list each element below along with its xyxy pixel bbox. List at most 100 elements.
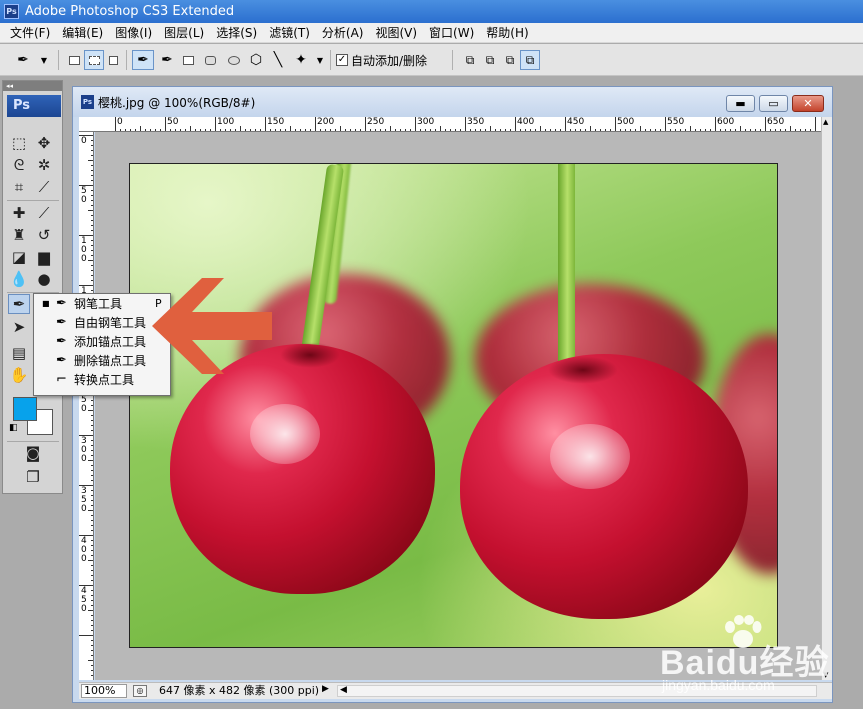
ruler-label: 150: [267, 117, 285, 127]
flyout-item-pen[interactable]: ■ ✒ 钢笔工具 P: [34, 294, 170, 313]
maximize-button[interactable]: ▭: [759, 95, 788, 112]
rounded-rectangle-shape-icon[interactable]: [200, 50, 220, 70]
menu-analysis[interactable]: 分析(A): [316, 23, 370, 43]
ruler-tick: [91, 525, 93, 526]
ruler-tick: [91, 570, 93, 571]
ellipse-shape-icon[interactable]: [224, 50, 244, 70]
menu-edit[interactable]: 编辑(E): [56, 23, 109, 43]
ruler-vertical: 050100150200250300350400450: [79, 132, 94, 680]
ruler-tick: [91, 220, 93, 221]
zoom-field[interactable]: 100%: [81, 684, 127, 698]
freeform-pen-icon: ✒: [56, 315, 67, 330]
auto-add-delete-checkbox[interactable]: ✓ 自动添加/删除: [336, 50, 436, 70]
pen-tool-icon[interactable]: ✒: [8, 294, 30, 314]
options-separator: [126, 50, 127, 70]
ruler-tick: [415, 117, 416, 131]
eraser-tool-icon[interactable]: ◪: [8, 247, 30, 267]
slice-tool-icon[interactable]: ⟋: [33, 177, 55, 197]
ruler-tick: [665, 117, 666, 131]
gradient-tool-icon[interactable]: ▆: [33, 247, 55, 267]
ruler-tick: [515, 117, 516, 131]
ruler-tick: [91, 420, 93, 421]
cherry-left: [170, 344, 435, 594]
quick-mask-icon[interactable]: ◙: [22, 443, 44, 463]
menu-select[interactable]: 选择(S): [210, 23, 263, 43]
fill-pixels-icon[interactable]: [104, 50, 122, 70]
scroll-up-icon[interactable]: ▲: [823, 118, 828, 126]
stem: [558, 164, 575, 374]
menu-image[interactable]: 图像(I): [109, 23, 158, 43]
path-subtract-icon[interactable]: ⧉: [480, 50, 500, 70]
shape-options-dropdown-icon[interactable]: ▼: [314, 50, 326, 70]
scroll-left-icon[interactable]: ◀: [340, 685, 347, 695]
shape-layers-icon[interactable]: [64, 50, 84, 70]
healing-brush-tool-icon[interactable]: ✚: [8, 203, 30, 223]
status-menu-icon[interactable]: ◎: [133, 685, 147, 697]
dodge-tool-icon[interactable]: ●: [33, 269, 55, 289]
ruler-tick: [91, 245, 93, 246]
custom-shape-icon[interactable]: ✦: [290, 50, 312, 70]
pen-icon: ✒: [56, 296, 67, 311]
line-shape-icon[interactable]: ╲: [268, 50, 288, 70]
ruler-label: 50: [81, 186, 87, 205]
crop-tool-icon[interactable]: ⌗: [8, 177, 30, 197]
lasso-tool-icon[interactable]: ᘓ: [8, 155, 30, 175]
menu-view[interactable]: 视图(V): [369, 23, 423, 43]
flyout-item-delete-anchor[interactable]: ✒ 删除锚点工具: [34, 351, 170, 370]
ruler-tick: [365, 117, 366, 131]
hand-tool-icon[interactable]: ✋: [8, 365, 30, 385]
brush-tool-icon[interactable]: ⟋: [33, 203, 55, 223]
ruler-tick: [91, 580, 93, 581]
ruler-tick: [91, 200, 93, 201]
foreground-color-swatch[interactable]: [13, 397, 37, 421]
toolbox-collapse-icon[interactable]: ◂◂: [3, 81, 62, 91]
menu-filter[interactable]: 滤镜(T): [263, 23, 316, 43]
magic-wand-tool-icon[interactable]: ✲: [33, 155, 55, 175]
notes-tool-icon[interactable]: ▤: [8, 343, 30, 363]
menu-file[interactable]: 文件(F): [4, 23, 56, 43]
ruler-tick: [91, 540, 93, 541]
flyout-item-add-anchor[interactable]: ✒ 添加锚点工具: [34, 332, 170, 351]
marquee-tool-icon[interactable]: ⬚: [8, 133, 30, 153]
status-arrow-icon[interactable]: ▶: [322, 684, 329, 694]
cherry-photo: [129, 163, 778, 648]
ruler-label: 500: [617, 117, 635, 127]
vertical-scrollbar[interactable]: ▲ ▼: [821, 117, 832, 680]
tool-preset-pen-icon[interactable]: ✒: [12, 50, 34, 70]
toolbox-logo: Ps: [7, 95, 61, 117]
rectangle-shape-icon[interactable]: [178, 50, 198, 70]
ruler-tick: [91, 270, 93, 271]
default-colors-icon[interactable]: ◧: [9, 423, 18, 433]
tool-preset-dropdown-icon[interactable]: ▼: [38, 50, 50, 70]
add-anchor-icon: ✒: [56, 334, 67, 349]
menu-help[interactable]: 帮助(H): [480, 23, 534, 43]
screen-mode-icon[interactable]: ❐: [22, 467, 44, 487]
ruler-label: 0: [117, 117, 123, 127]
ruler-tick: [91, 265, 93, 266]
blur-tool-icon[interactable]: 💧: [8, 269, 30, 289]
menu-window[interactable]: 窗口(W): [423, 23, 480, 43]
path-intersect-icon[interactable]: ⧉: [500, 50, 520, 70]
move-tool-icon[interactable]: ✥: [33, 133, 55, 153]
history-brush-tool-icon[interactable]: ↺: [33, 225, 55, 245]
path-add-icon[interactable]: ⧉: [460, 50, 480, 70]
flyout-item-freeform-pen[interactable]: ✒ 自由钢笔工具: [34, 313, 170, 332]
menu-layer[interactable]: 图层(L): [158, 23, 210, 43]
path-exclude-icon[interactable]: ⧉: [520, 50, 540, 70]
maximize-icon: ▭: [768, 97, 779, 110]
flyout-label: 钢笔工具: [74, 297, 123, 311]
minimize-button[interactable]: ▬: [726, 95, 755, 112]
watermark-url: jingyan.baidu.com: [662, 677, 775, 693]
clone-stamp-tool-icon[interactable]: ♜: [8, 225, 30, 245]
close-button[interactable]: ✕: [792, 95, 824, 112]
pen-mode-icon[interactable]: ✒: [132, 50, 154, 70]
flyout-item-convert-point[interactable]: ⌐ 转换点工具: [34, 370, 170, 389]
freeform-pen-mode-icon[interactable]: ✒: [156, 50, 178, 70]
cherry-left-highlight: [250, 404, 320, 464]
path-selection-tool-icon[interactable]: ➤: [8, 317, 30, 337]
paths-mode-icon[interactable]: [84, 50, 104, 70]
ruler-tick: [615, 117, 616, 131]
ruler-label: 550: [667, 117, 685, 127]
app-title: Adobe Photoshop CS3 Extended: [25, 4, 235, 19]
polygon-shape-icon[interactable]: ⬡: [246, 50, 266, 70]
